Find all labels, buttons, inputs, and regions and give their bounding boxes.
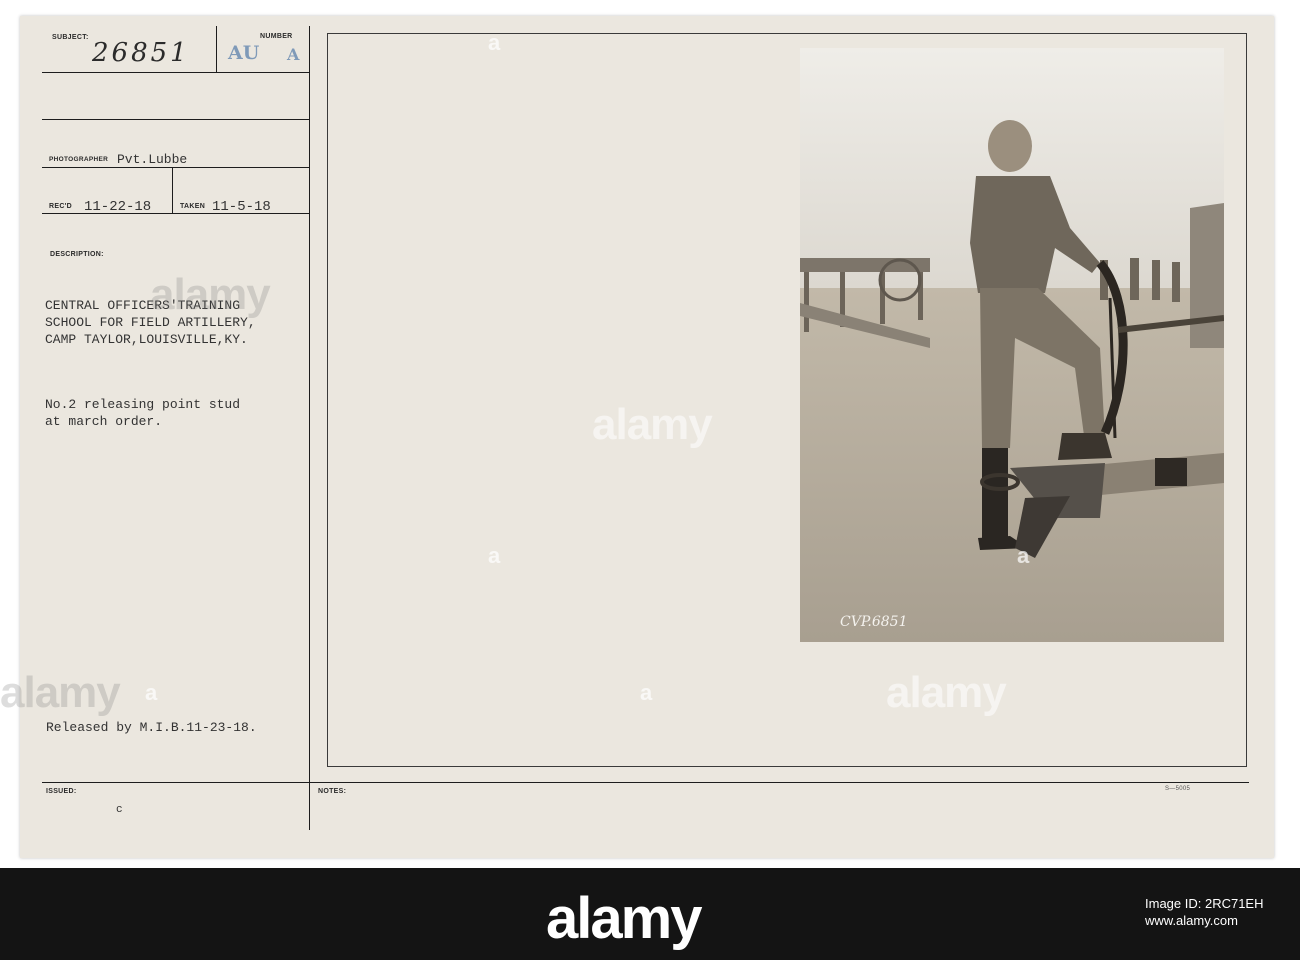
received-date: 11-22-18 — [84, 199, 152, 215]
caption-line-1: No.2 releasing point stud — [45, 397, 241, 412]
subject-divider — [216, 26, 217, 72]
watermark-a-1: a — [488, 30, 501, 55]
soldier-with-artillery-trail-illustration: CVP.6851 — [800, 48, 1224, 642]
footer-brand: alamy — [546, 886, 702, 951]
taken-label: TAKEN — [180, 203, 206, 210]
watermark-upper-left: alamy — [150, 270, 271, 319]
footer-image-id: Image ID: 2RC71EH www.alamy.com — [1145, 895, 1264, 929]
number-label: NUMBER — [260, 33, 293, 40]
taken-date: 11-5-18 — [212, 199, 271, 215]
watermark-lower-right: alamy — [886, 668, 1007, 717]
dates-divider — [172, 167, 173, 213]
website-line: www.alamy.com — [1145, 913, 1238, 928]
watermark-a-2: a — [488, 543, 501, 568]
watermark-a-4: a — [640, 680, 653, 705]
subject-label: SUBJECT: — [52, 34, 89, 41]
watermark-a-5: a — [145, 680, 158, 705]
photographer-underline — [42, 167, 309, 168]
subject-number: 26851 — [92, 38, 190, 68]
caption-line-2: at march order. — [45, 414, 163, 429]
recd-label: REC'D — [49, 203, 72, 210]
notes-label: NOTES: — [318, 788, 347, 795]
form-left-border — [309, 26, 310, 830]
photographer-label: PHOTOGRAPHER — [49, 156, 109, 163]
release-note: Released by M.I.B.11-23-18. — [46, 720, 257, 735]
photographer-value: Pvt.Lubbe — [117, 152, 188, 167]
footer-rule — [42, 782, 1249, 783]
watermark-a-3: a — [1017, 543, 1030, 568]
number-code: AU — [228, 42, 260, 64]
subject-underline — [42, 72, 309, 73]
header-underline — [42, 119, 309, 120]
archival-photograph: CVP.6851 — [800, 48, 1224, 642]
description-line-3: CAMP TAYLOR,LOUISVILLE,KY. — [45, 332, 248, 347]
form-code: S—5005 — [1165, 786, 1191, 792]
issued-mark: c — [116, 804, 123, 816]
number-stamp: A — [287, 45, 300, 64]
image-id-line: Image ID: 2RC71EH — [1145, 896, 1264, 911]
negative-mark: CVP.6851 — [840, 614, 907, 630]
issued-label: ISSUED: — [46, 788, 77, 795]
description-label: DESCRIPTION: — [50, 251, 104, 258]
watermark-lower-left: alamy — [0, 668, 121, 717]
watermark-center: alamy — [592, 400, 713, 449]
